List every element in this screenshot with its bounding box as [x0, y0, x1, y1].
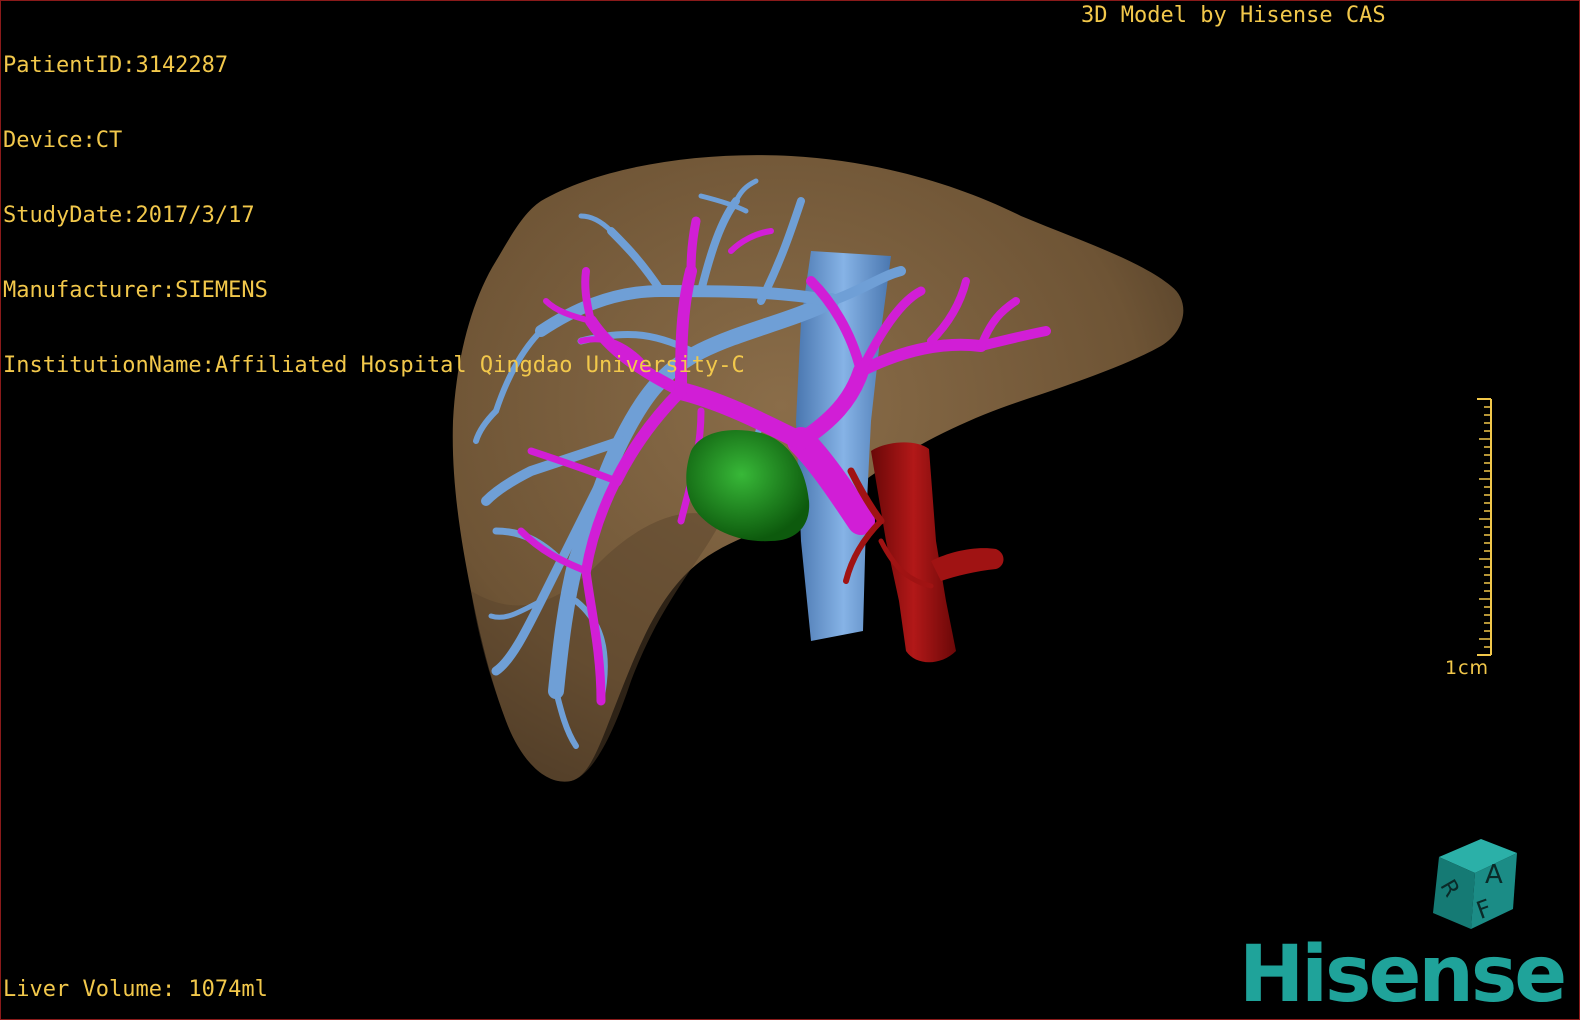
institution-label: InstitutionName:Affiliated Hospital Qing… — [3, 353, 745, 378]
renal-artery-branch — [931, 548, 1004, 581]
hisense-logo: Hisense — [1239, 930, 1567, 1020]
manufacturer-label: Manufacturer:SIEMENS — [3, 278, 268, 303]
liver-volume-label: Liver Volume: 1074ml — [3, 977, 268, 1002]
model-credit: 3D Model by Hisense CAS — [1081, 3, 1386, 28]
device-label: Device:CT — [3, 128, 123, 153]
aorta — [871, 442, 956, 663]
orientation-cube[interactable]: A F R — [1419, 833, 1529, 937]
patient-info-overlay: PatientID:3142287 Device:CT StudyDate:20… — [3, 3, 745, 428]
scale-bar-label: 1cm — [1445, 657, 1490, 679]
cube-label-a: A — [1485, 860, 1503, 890]
patient-id-label: PatientID:3142287 — [3, 53, 229, 78]
study-date-label: StudyDate:2017/3/17 — [3, 203, 255, 228]
scale-bar — [1477, 398, 1492, 656]
3d-viewport[interactable]: PatientID:3142287 Device:CT StudyDate:20… — [0, 0, 1580, 1020]
